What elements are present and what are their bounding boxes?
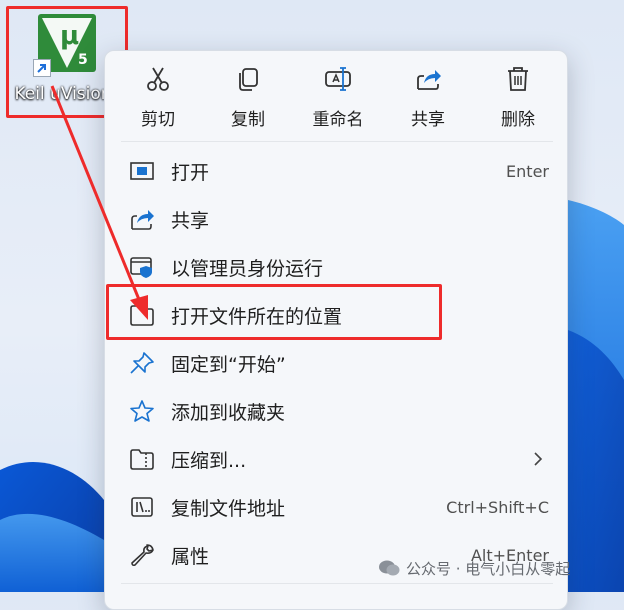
menu-item-share[interactable]: 共享 [115,197,559,241]
menu-item-compress-to[interactable]: 压缩到... [115,437,559,481]
share-icon [417,70,441,90]
quick-actions-row: 剪切 复制 重命名 共享 删除 [105,51,569,137]
star-icon [130,400,154,422]
menu-item-label: 固定到“开始” [171,353,286,376]
shortcut-text: Enter [506,161,549,181]
chevron-right-icon [534,452,543,466]
share-top-label: 共享 [411,110,445,130]
rename-icon [325,67,351,91]
scissors-icon [147,67,169,91]
watermark: 公众号 · 电气小白从零起 [378,556,570,580]
rename-label: 重命名 [312,110,364,130]
menu-item-label: 以管理员身份运行 [171,257,324,280]
menu-item-pin-to-start[interactable]: 固定到“开始” [115,341,559,385]
pin-icon [130,352,154,374]
share-icon [131,210,154,230]
shortcut-text: Ctrl+Shift+C [446,497,549,517]
menu-item-add-to-favorites[interactable]: 添加到收藏夹 [115,389,559,433]
zip-folder-icon [130,449,154,470]
share-top-button[interactable]: 共享 [383,65,473,131]
wechat-icon [379,560,400,576]
menu-divider [121,583,553,584]
trash-icon [508,67,528,91]
delete-label: 删除 [501,110,535,130]
copy-path-icon [131,497,153,517]
copy-icon [239,68,258,91]
menu-item-label: 添加到收藏夹 [171,401,286,424]
menu-item-label: 压缩到... [171,449,247,472]
cut-button[interactable]: 剪切 [113,65,203,131]
menu-item-label: 共享 [171,209,210,232]
watermark-text: 公众号 · 电气小白从零起 [406,559,571,578]
cut-label: 剪切 [141,110,175,130]
copy-label: 复制 [231,110,265,130]
wrench-icon [131,544,154,567]
admin-shield-icon [130,257,152,278]
menu-item-label: 打开 [171,161,210,184]
menu-item-label: 复制文件地址 [171,497,286,520]
menu-item-copy-path[interactable]: 复制文件地址 Ctrl+Shift+C [115,485,559,529]
menu-item-run-as-admin[interactable]: 以管理员身份运行 [115,245,559,289]
open-window-icon [130,162,154,180]
delete-button[interactable]: 删除 [473,65,563,131]
menu-item-open[interactable]: 打开 Enter [115,149,559,193]
rename-button[interactable]: 重命名 [293,65,383,131]
copy-button[interactable]: 复制 [203,65,293,131]
menu-divider [121,141,553,142]
menu-item-label: 属性 [171,545,210,568]
highlight-box-menu-item [106,284,442,340]
